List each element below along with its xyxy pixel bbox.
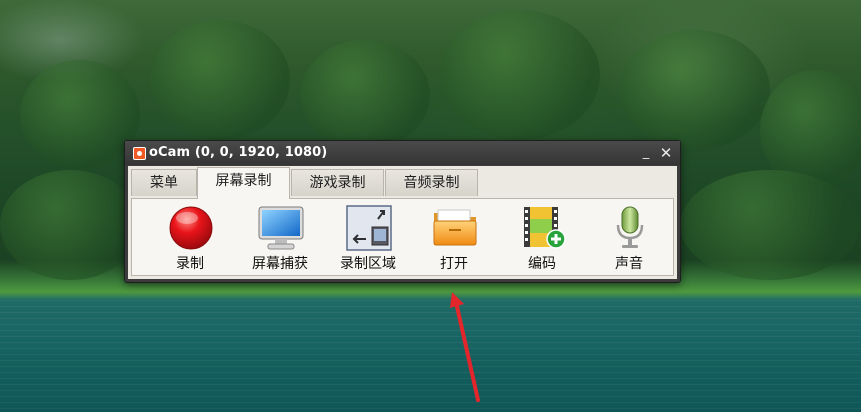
title-bar[interactable]: oCam (0, 0, 1920, 1080) _ ✕ — [125, 141, 680, 165]
tab-audio-record[interactable]: 音频录制 — [385, 169, 478, 196]
toolbar: 录制 屏幕捕获 录制区域 打开 编码 声音 — [131, 198, 674, 276]
microphone-icon — [616, 206, 644, 248]
record-area-button[interactable]: 录制区域 — [325, 199, 411, 275]
record-label: 录制 — [176, 256, 204, 272]
encode-label: 编码 — [528, 256, 556, 272]
ocam-logo-icon — [133, 147, 146, 160]
minimize-button[interactable]: _ — [637, 144, 655, 162]
sound-button[interactable]: 声音 — [586, 199, 672, 275]
annotation-arrow — [450, 292, 480, 402]
window-body: 菜单 屏幕录制 游戏录制 音频录制 录制 屏幕捕获 录制区域 打开 编码 声音 — [128, 166, 677, 279]
tab-bar: 菜单 屏幕录制 游戏录制 音频录制 — [128, 166, 677, 199]
screen-capture-label: 屏幕捕获 — [252, 256, 308, 272]
open-label: 打开 — [440, 256, 468, 272]
record-area-label: 录制区域 — [340, 256, 396, 272]
encode-button[interactable]: 编码 — [499, 199, 585, 275]
monitor-icon — [258, 206, 304, 250]
tab-game-record[interactable]: 游戏录制 — [291, 169, 384, 196]
sound-label: 声音 — [615, 256, 643, 272]
film-add-icon — [524, 207, 566, 249]
open-button[interactable]: 打开 — [411, 199, 497, 275]
record-icon — [169, 206, 213, 250]
resize-area-icon — [346, 205, 392, 251]
record-button[interactable]: 录制 — [147, 199, 233, 275]
screen-capture-button[interactable]: 屏幕捕获 — [237, 199, 323, 275]
tab-screen-record[interactable]: 屏幕录制 — [197, 167, 290, 199]
window-title: oCam (0, 0, 1920, 1080) — [149, 145, 328, 160]
folder-icon — [433, 209, 477, 246]
close-button[interactable]: ✕ — [657, 144, 675, 162]
tab-menu[interactable]: 菜单 — [131, 169, 197, 196]
ocam-window: oCam (0, 0, 1920, 1080) _ ✕ 菜单 屏幕录制 游戏录制… — [124, 140, 681, 283]
